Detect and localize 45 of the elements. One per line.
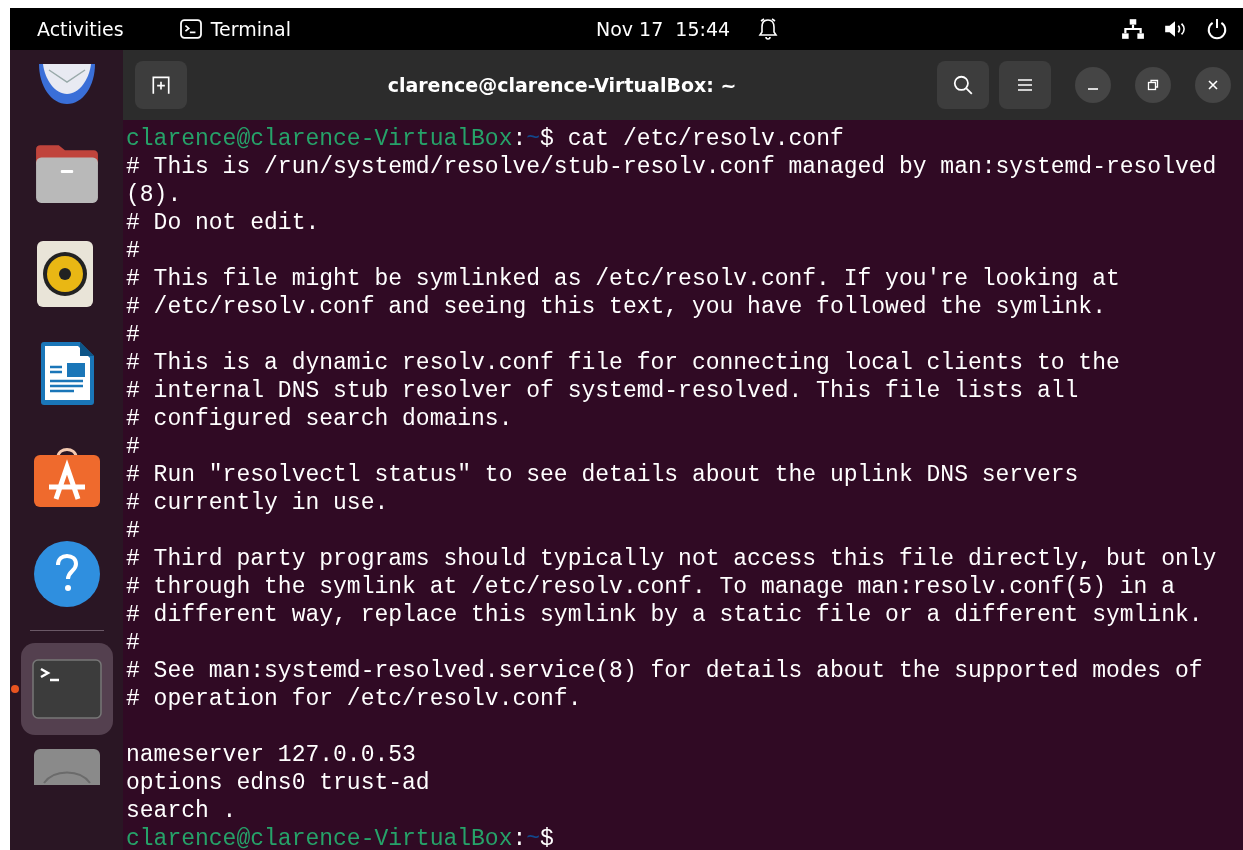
output-line: # through the symlink at /etc/resolv.conf. To manage man:resolv.conf(5) in a	[126, 573, 1176, 601]
app-menu[interactable]: Terminal	[178, 18, 291, 40]
output-line: #	[126, 629, 141, 657]
alarm-bell-icon	[758, 17, 779, 41]
new-tab-button[interactable]	[135, 61, 187, 109]
restore-icon	[1147, 79, 1159, 91]
search-icon	[952, 74, 974, 96]
window-title: clarence@clarence-VirtualBox: ~	[386, 74, 738, 96]
search-button[interactable]	[937, 61, 989, 109]
close-icon	[1207, 79, 1219, 91]
power-icon[interactable]	[1205, 18, 1229, 40]
output-line: # This file might be symlinked as /etc/resolv.conf. If you're looking at	[126, 265, 1121, 293]
prompt-line: clarence@clarence-VirtualBox:~$	[126, 825, 555, 850]
output-line: options edns0 trust-ad	[126, 769, 431, 797]
prompt-line: clarence@clarence-VirtualBox:~$ cat /etc/resolv.conf	[126, 125, 845, 153]
output-line: #	[126, 237, 141, 265]
output-line: # /etc/resolv.conf and seeing this text, you have followed the symlink.	[126, 293, 1107, 321]
output-line: (8).	[126, 181, 183, 209]
output-line: # internal DNS stub resolver of systemd-resolved. This file lists all	[126, 377, 1080, 405]
output-line: nameserver 127.0.0.53	[126, 741, 417, 769]
restore-button[interactable]	[1135, 67, 1171, 103]
network-icon[interactable]	[1121, 18, 1145, 40]
output-line: # different way, replace this symlink by a static file or a different symlink.	[126, 601, 1204, 629]
output-line: # currently in use.	[126, 489, 390, 517]
output-line: #	[126, 433, 141, 461]
terminal-icon	[178, 19, 203, 39]
output-line: # This is /run/systemd/resolve/stub-resolv.conf managed by man:systemd-resolved	[126, 153, 1218, 181]
output-line: # This is a dynamic resolv.conf file for connecting local clients to the	[126, 349, 1121, 377]
output-line: # Do not edit.	[126, 209, 321, 237]
output-line: # See man:systemd-resolved.service(8) for details about the supported modes of	[126, 657, 1204, 685]
output-line: # Third party programs should typically not access this file directly, but only	[126, 545, 1218, 573]
clock[interactable]: Nov 17 15:44	[596, 18, 731, 40]
output-line: # operation for /etc/resolv.conf.	[126, 685, 583, 713]
output-line: # configured search domains.	[126, 405, 514, 433]
output-line: #	[126, 321, 141, 349]
close-button[interactable]	[1195, 67, 1231, 103]
minimize-icon	[1087, 88, 1099, 90]
drive-icon[interactable]	[33, 749, 100, 785]
activities-button[interactable]: Activities	[37, 18, 124, 40]
output-line: # Run "resolvectl status" to see details about the uplink DNS servers	[126, 461, 1080, 489]
output-line: search .	[126, 797, 238, 825]
new-tab-icon	[150, 74, 172, 96]
help-icon[interactable]	[33, 541, 100, 607]
menu-button[interactable]	[999, 61, 1051, 109]
output-line: #	[126, 517, 141, 545]
